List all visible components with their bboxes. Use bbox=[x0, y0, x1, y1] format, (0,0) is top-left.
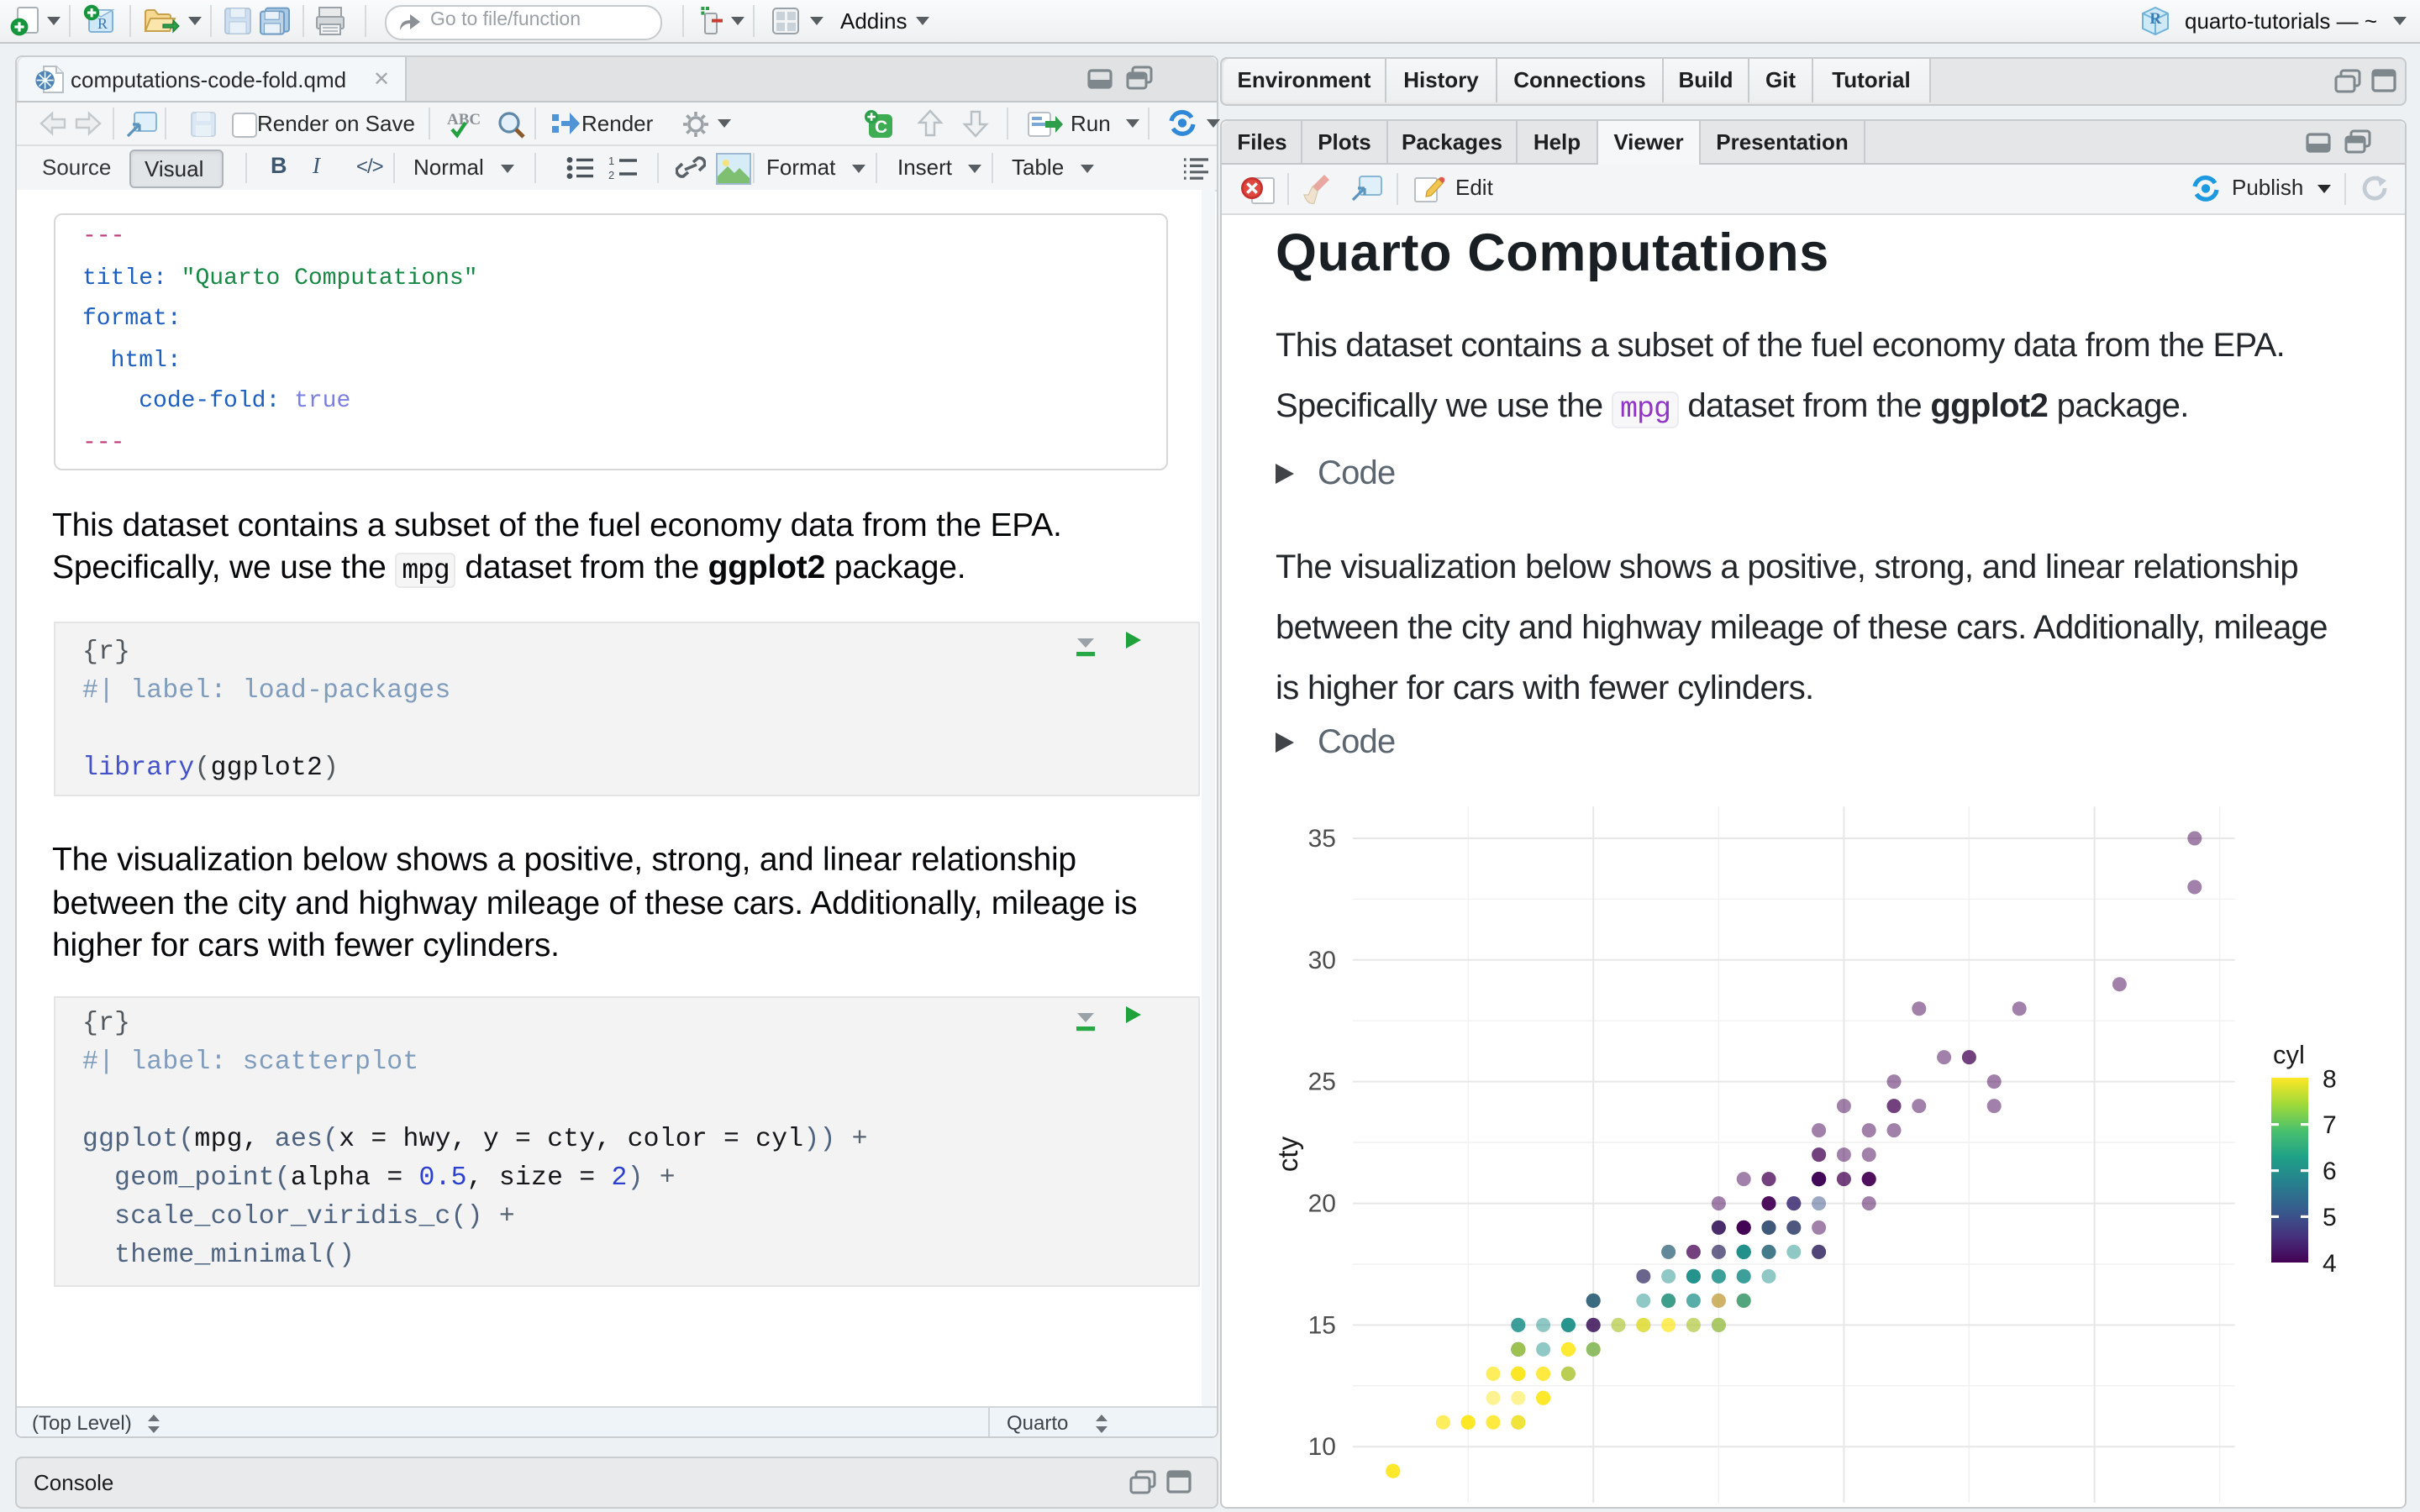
svg-text:25: 25 bbox=[1308, 1068, 1336, 1096]
svg-text:1: 1 bbox=[608, 155, 614, 167]
svg-text:2: 2 bbox=[608, 169, 614, 180]
svg-text:30: 30 bbox=[1308, 947, 1336, 974]
svg-text:35: 35 bbox=[1308, 825, 1336, 853]
svg-text:R: R bbox=[2149, 10, 2161, 28]
svg-text:6: 6 bbox=[2323, 1158, 2337, 1185]
svg-text:10: 10 bbox=[1308, 1433, 1336, 1461]
svg-text:cty: cty bbox=[1272, 1136, 1303, 1172]
svg-text:7: 7 bbox=[2323, 1111, 2337, 1139]
svg-text:20: 20 bbox=[1308, 1190, 1336, 1218]
svg-text:8: 8 bbox=[2323, 1065, 2337, 1093]
svg-text:cyl: cyl bbox=[2273, 1040, 2305, 1069]
svg-text:15: 15 bbox=[1308, 1311, 1336, 1339]
svg-text:4: 4 bbox=[2323, 1250, 2337, 1278]
svg-text:R: R bbox=[97, 15, 108, 32]
svg-text:5: 5 bbox=[2323, 1204, 2337, 1231]
